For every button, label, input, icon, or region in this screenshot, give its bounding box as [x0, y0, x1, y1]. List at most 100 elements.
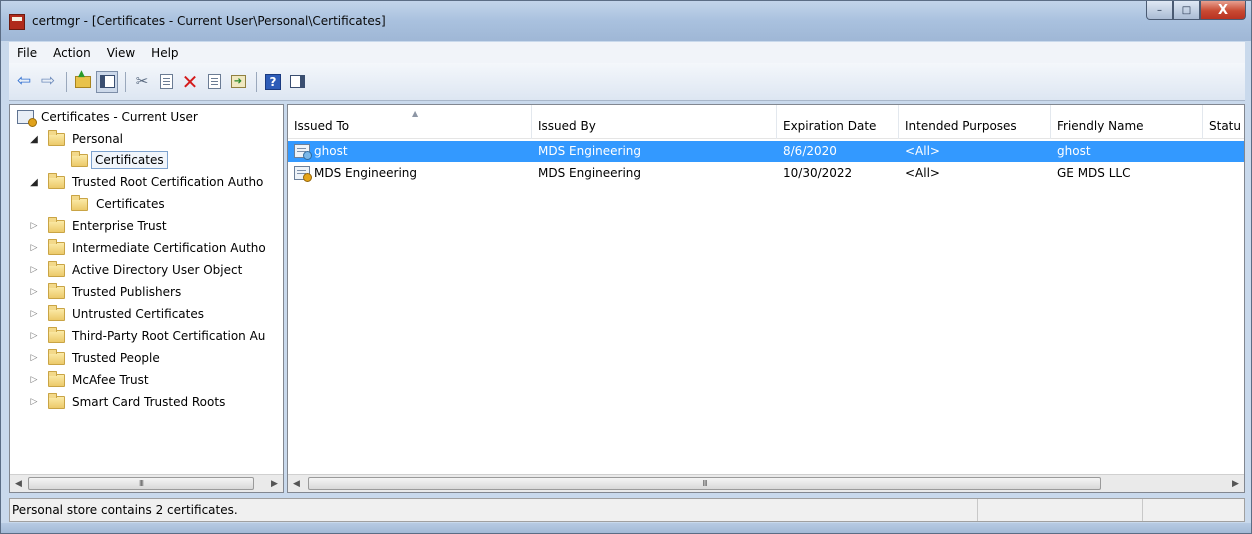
- tree-item-intermediate[interactable]: ▷ Intermediate Certification Autho: [10, 238, 283, 258]
- column-header-expiration-date[interactable]: Expiration Date: [777, 105, 899, 139]
- tree-item-label: Enterprise Trust: [72, 219, 167, 233]
- folder-icon: [71, 151, 88, 167]
- scrollbar-thumb[interactable]: III: [28, 477, 254, 490]
- certificate-row-mds-engineering[interactable]: MDS Engineering MDS Engineering 10/30/20…: [288, 163, 1244, 184]
- column-header-label: Issued To: [294, 119, 350, 133]
- scroll-left-icon[interactable]: ◀: [10, 475, 27, 492]
- folder-icon: [48, 305, 65, 321]
- copy-button[interactable]: [155, 71, 177, 93]
- maximize-button[interactable]: □: [1173, 1, 1200, 20]
- column-header-label: Issued By: [538, 119, 596, 133]
- tree-item-label: Trusted Root Certification Autho: [72, 175, 264, 189]
- tree-horizontal-scrollbar[interactable]: ◀ III ▶: [10, 474, 283, 492]
- minimize-button[interactable]: –: [1146, 1, 1173, 20]
- up-folder-icon: [75, 70, 91, 88]
- tree-item-untrusted[interactable]: ▷ Untrusted Certificates: [10, 304, 283, 324]
- folder-icon: [48, 283, 65, 299]
- cell-issued-by: MDS Engineering: [538, 166, 642, 180]
- column-header-status[interactable]: Statu: [1203, 105, 1246, 139]
- cut-button[interactable]: ✂: [131, 71, 153, 93]
- cut-icon: ✂: [135, 72, 149, 90]
- tree-item-root[interactable]: Certificates - Current User: [10, 107, 283, 127]
- menu-help[interactable]: Help: [143, 43, 186, 63]
- show-hide-action-pane-button[interactable]: [286, 71, 308, 93]
- forward-button[interactable]: ⇨: [37, 71, 59, 93]
- menu-action[interactable]: Action: [45, 43, 99, 63]
- tree-item-mcafee-trust[interactable]: ▷ McAfee Trust: [10, 370, 283, 390]
- expand-arrow-icon[interactable]: ▷: [29, 309, 39, 319]
- tree-item-smart-card-roots[interactable]: ▷ Smart Card Trusted Roots: [10, 392, 283, 412]
- column-header-intended-purposes[interactable]: Intended Purposes: [899, 105, 1051, 139]
- up-one-level-button[interactable]: [72, 70, 94, 93]
- tree-item-label: Third-Party Root Certification Au: [72, 329, 266, 343]
- help-button[interactable]: ?: [262, 71, 284, 93]
- expand-arrow-icon[interactable]: ▷: [29, 331, 39, 341]
- tree-item-trusted-publishers[interactable]: ▷ Trusted Publishers: [10, 282, 283, 302]
- tree-item-personal[interactable]: ◢ Personal: [10, 129, 283, 149]
- properties-button[interactable]: [203, 71, 225, 93]
- tree-item-personal-certificates[interactable]: Certificates: [10, 150, 283, 170]
- cell-issued-by: MDS Engineering: [538, 144, 642, 158]
- column-header-issued-to[interactable]: ▲ Issued To: [288, 105, 532, 139]
- folder-icon: [48, 393, 65, 409]
- certificate-row-ghost[interactable]: ghost MDS Engineering 8/6/2020 <All> gho…: [288, 141, 1244, 162]
- collapse-arrow-icon[interactable]: ◢: [29, 134, 39, 145]
- expand-arrow-icon[interactable]: ▷: [29, 397, 39, 407]
- tree-item-third-party-root[interactable]: ▷ Third-Party Root Certification Au: [10, 326, 283, 346]
- tree-item-enterprise-trust[interactable]: ▷ Enterprise Trust: [10, 216, 283, 236]
- menu-view[interactable]: View: [99, 43, 143, 63]
- column-header-label: Friendly Name: [1057, 119, 1144, 133]
- scroll-left-icon[interactable]: ◀: [288, 475, 305, 492]
- window-frame-bottom: [1, 523, 1251, 533]
- tree-item-trusted-root[interactable]: ◢ Trusted Root Certification Autho: [10, 172, 283, 192]
- expand-arrow-icon[interactable]: ▷: [29, 353, 39, 363]
- folder-icon: [48, 217, 65, 233]
- column-header-issued-by[interactable]: Issued By: [532, 105, 777, 139]
- scroll-right-icon[interactable]: ▶: [266, 475, 283, 492]
- cell-expiration-date: 8/6/2020: [783, 144, 837, 158]
- folder-icon: [48, 239, 65, 255]
- tree-item-label: McAfee Trust: [72, 373, 149, 387]
- scroll-right-icon[interactable]: ▶: [1227, 475, 1244, 492]
- expand-arrow-icon[interactable]: ▷: [29, 265, 39, 275]
- cell-friendly-name: ghost: [1057, 144, 1091, 158]
- column-header-friendly-name[interactable]: Friendly Name: [1051, 105, 1203, 139]
- certmgr-window: certmgr - [Certificates - Current User\P…: [0, 0, 1252, 534]
- close-button[interactable]: X: [1200, 1, 1246, 20]
- back-button[interactable]: ⇦: [13, 71, 35, 93]
- status-panel: [978, 499, 1143, 521]
- expand-arrow-icon[interactable]: ▷: [29, 375, 39, 385]
- show-hide-console-tree-button[interactable]: [96, 70, 118, 93]
- expand-arrow-icon[interactable]: ▷: [29, 221, 39, 231]
- certmgr-app-icon[interactable]: [9, 14, 25, 30]
- menu-file[interactable]: File: [9, 43, 45, 63]
- title-bar[interactable]: certmgr - [Certificates - Current User\P…: [1, 1, 1251, 41]
- folder-icon: [48, 173, 65, 189]
- list-horizontal-scrollbar[interactable]: ◀ III ▶: [288, 474, 1244, 492]
- folder-icon: [48, 261, 65, 277]
- export-list-button[interactable]: ➜: [227, 71, 249, 93]
- collapse-arrow-icon[interactable]: ◢: [29, 177, 39, 188]
- menu-bar: File Action View Help: [9, 42, 1245, 63]
- window-title: certmgr - [Certificates - Current User\P…: [32, 14, 386, 28]
- folder-icon: [71, 195, 88, 211]
- tree-item-active-directory[interactable]: ▷ Active Directory User Object: [10, 260, 283, 280]
- certificate-store-root-icon: [17, 110, 37, 127]
- caption-buttons: – □ X: [1146, 1, 1246, 21]
- properties-icon: [207, 74, 221, 89]
- tree-item-trusted-people[interactable]: ▷ Trusted People: [10, 348, 283, 368]
- console-tree-pane[interactable]: Certificates - Current User ◢ Personal C…: [9, 104, 284, 493]
- tree-item-label: Trusted Publishers: [72, 285, 182, 299]
- tree-item-trusted-root-certificates[interactable]: Certificates: [10, 194, 283, 214]
- column-header-label: Intended Purposes: [905, 119, 1017, 133]
- delete-button[interactable]: ✕: [179, 71, 201, 93]
- expand-arrow-icon[interactable]: ▷: [29, 287, 39, 297]
- certificate-list-pane[interactable]: ▲ Issued To Issued By Expiration Date In…: [287, 104, 1245, 493]
- show-hide-action-pane-icon: [289, 75, 305, 88]
- cell-intended-purposes: <All>: [905, 144, 940, 158]
- folder-icon: [48, 327, 65, 343]
- expand-arrow-icon[interactable]: ▷: [29, 243, 39, 253]
- scrollbar-thumb[interactable]: III: [308, 477, 1101, 490]
- tree-item-label: Certificates - Current User: [41, 110, 198, 124]
- column-header-label: Expiration Date: [783, 119, 877, 133]
